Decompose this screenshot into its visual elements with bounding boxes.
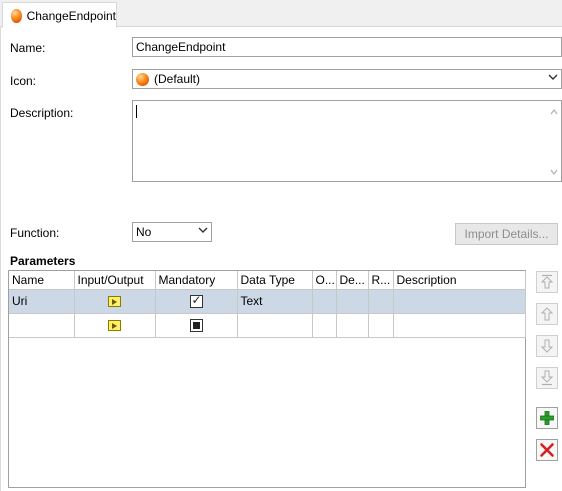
move-up-icon <box>540 307 554 321</box>
move-top-button[interactable] <box>536 271 558 293</box>
description-label: Description: <box>10 106 74 120</box>
cell-data-type[interactable]: Text <box>237 289 313 314</box>
delete-parameter-button[interactable] <box>536 439 558 461</box>
scroll-down-icon[interactable] <box>550 169 558 175</box>
cell-r[interactable] <box>368 313 394 338</box>
parameters-title: Parameters <box>10 254 76 268</box>
move-down-button[interactable] <box>536 335 558 357</box>
name-field[interactable]: ChangeEndpoint <box>132 37 562 57</box>
orange-orb-icon <box>136 72 149 86</box>
column-header-data-type[interactable]: Data Type <box>237 271 313 290</box>
description-scrollbar[interactable] <box>547 101 561 181</box>
column-header-de[interactable]: De... <box>336 271 369 290</box>
table-row[interactable]: Uri Text <box>9 289 526 314</box>
delete-icon <box>540 443 554 457</box>
cell-mandatory[interactable] <box>155 289 238 314</box>
cell-data-type[interactable] <box>237 313 313 338</box>
cell-input-output[interactable] <box>74 313 156 338</box>
function-select-value: No <box>136 225 152 239</box>
cell-de[interactable] <box>336 313 369 338</box>
description-field[interactable] <box>132 100 562 182</box>
chevron-down-icon <box>198 225 208 240</box>
table-header-row: Name Input/Output Mandatory Data Type O.… <box>9 271 526 290</box>
move-bottom-button[interactable] <box>536 367 558 389</box>
column-header-description[interactable]: Description <box>393 271 526 290</box>
cell-name[interactable]: Uri <box>9 289 75 314</box>
cell-r[interactable] <box>368 289 394 314</box>
name-label: Name: <box>10 41 46 55</box>
move-down-icon <box>540 339 554 353</box>
cell-name[interactable] <box>9 313 75 338</box>
move-up-button[interactable] <box>536 303 558 325</box>
cell-input-output[interactable] <box>74 289 156 314</box>
cell-mandatory[interactable] <box>155 313 238 338</box>
icon-select[interactable]: (Default) <box>132 69 562 89</box>
function-label: Function: <box>10 226 60 240</box>
column-header-o[interactable]: O... <box>312 271 337 290</box>
column-header-mandatory[interactable]: Mandatory <box>155 271 238 290</box>
orange-orb-icon <box>11 8 22 23</box>
parameters-grid: Name Input/Output Mandatory Data Type O.… <box>8 270 526 488</box>
cell-description[interactable] <box>393 313 526 338</box>
text-caret <box>136 105 137 118</box>
cell-description[interactable] <box>393 289 526 314</box>
chevron-down-icon <box>548 72 558 87</box>
tab-label: ChangeEndpoint <box>26 8 116 23</box>
table-row[interactable] <box>9 313 526 338</box>
add-icon <box>540 411 554 425</box>
input-arrow-icon[interactable] <box>108 296 121 308</box>
function-select[interactable]: No <box>132 222 212 242</box>
icon-label: Icon: <box>10 74 37 88</box>
move-bottom-icon <box>540 370 554 386</box>
column-header-r[interactable]: R... <box>368 271 394 290</box>
icon-select-value: (Default) <box>154 72 201 86</box>
scroll-up-icon[interactable] <box>550 109 558 115</box>
parameters-table: Name Input/Output Mandatory Data Type O.… <box>9 271 526 338</box>
cell-o[interactable] <box>312 289 337 314</box>
column-header-input-output[interactable]: Input/Output <box>74 271 156 290</box>
add-parameter-button[interactable] <box>536 407 558 429</box>
move-top-icon <box>540 274 554 289</box>
import-details-button[interactable]: Import Details... <box>455 223 558 245</box>
input-arrow-icon[interactable] <box>108 320 121 332</box>
mandatory-checkbox[interactable] <box>189 319 203 333</box>
tab-change-endpoint[interactable]: ChangeEndpoint <box>2 2 117 28</box>
cell-o[interactable] <box>312 313 337 338</box>
cell-de[interactable] <box>336 289 369 314</box>
column-header-name[interactable]: Name <box>9 271 75 290</box>
mandatory-checkbox[interactable] <box>189 293 203 309</box>
